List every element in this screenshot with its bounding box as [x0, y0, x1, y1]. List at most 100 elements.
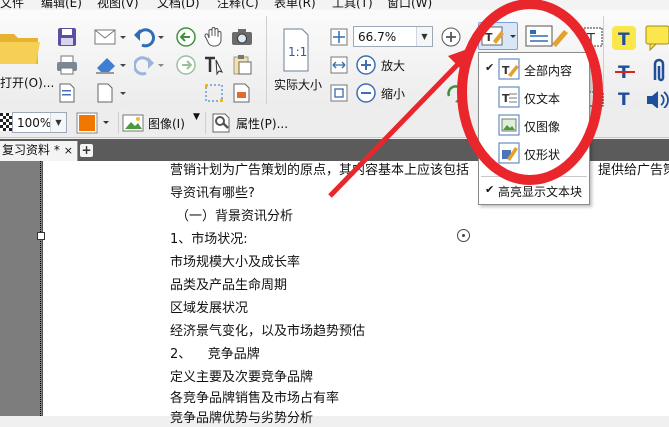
menu-item-highlight-text-blocks[interactable]: ✔ 高亮显示文本块: [479, 178, 589, 202]
image-only-icon: [498, 114, 520, 136]
strikeout-text-icon[interactable]: T: [612, 58, 638, 84]
svg-text:T: T: [485, 31, 493, 44]
fit-visible-icon[interactable]: [328, 82, 350, 104]
doc-heading: （一）背景资讯分析: [176, 209, 294, 224]
menu-view[interactable]: 视图(V): [97, 0, 139, 10]
svg-text:T: T: [618, 90, 630, 110]
attach-file-icon[interactable]: [647, 58, 669, 84]
doc-line: 营销计划为广告策划的原点，其内容基本上应该包括: [170, 163, 470, 178]
save-icon[interactable]: [56, 26, 78, 48]
check-icon: ✔: [485, 61, 495, 74]
undo-icon[interactable]: [134, 26, 164, 48]
all-content-icon: T: [498, 58, 520, 80]
svg-text:T: T: [618, 30, 630, 50]
menu-file[interactable]: 文件: [0, 0, 24, 10]
properties-icon[interactable]: [210, 112, 232, 134]
resize-handle[interactable]: [37, 232, 45, 240]
select-mode-dropdown: ✔ T 全部内容 T 仅文本 仅图像 仅形状 ✔ 高亮显示文本块: [478, 52, 590, 205]
select-content-tool-button[interactable]: T: [478, 22, 518, 50]
image-menu-label[interactable]: 图像(I): [148, 115, 185, 132]
zoom-out-label[interactable]: 缩小: [381, 85, 405, 102]
opacity-value: 100%: [17, 116, 52, 130]
toolbar-separator: [118, 112, 119, 134]
note-icon[interactable]: [644, 24, 669, 52]
menu-item-all-content[interactable]: ✔ T 全部内容: [479, 55, 589, 83]
forward-icon[interactable]: [175, 54, 197, 76]
opacity-select[interactable]: 100% ▼: [12, 112, 67, 133]
selection-border: [40, 161, 41, 416]
zoom-in-icon[interactable]: [355, 54, 377, 76]
highlight-text-icon[interactable]: T: [610, 24, 638, 52]
email-icon[interactable]: [94, 26, 126, 48]
zoom-in-label[interactable]: 放大: [381, 57, 405, 74]
typewriter-icon[interactable]: T: [582, 26, 604, 48]
menu-comment[interactable]: 注释(C): [217, 0, 259, 10]
open-folder-icon[interactable]: [0, 28, 42, 66]
select-annotation-icon[interactable]: [203, 82, 225, 104]
doc-line: 2、 竞争品牌: [170, 347, 260, 362]
redo-icon[interactable]: [134, 54, 164, 76]
image-icon[interactable]: [122, 112, 144, 134]
new-tab-button[interactable]: +: [80, 144, 93, 157]
fit-width-icon[interactable]: [328, 54, 350, 76]
camera-icon[interactable]: [231, 26, 253, 48]
menu-separator: [481, 176, 587, 177]
actual-size-label[interactable]: 实际大小: [274, 76, 322, 93]
menu-item-image-only[interactable]: 仅图像: [479, 111, 589, 139]
back-icon[interactable]: [175, 26, 197, 48]
zoom-in-circle-icon[interactable]: [440, 26, 462, 48]
document-image-icon[interactable]: [231, 82, 253, 104]
new-document-icon[interactable]: [94, 82, 126, 104]
svg-text:1:1: 1:1: [288, 45, 307, 59]
actual-size-icon[interactable]: 1:1: [282, 28, 310, 72]
print-icon[interactable]: [56, 54, 78, 76]
menu-edit[interactable]: 编辑(E): [41, 0, 82, 10]
toolbar-separator: [266, 16, 267, 104]
menu-window[interactable]: 窗口(W): [387, 0, 432, 10]
properties-label[interactable]: 属性(P)...: [236, 115, 288, 132]
doc-line: 竞争品牌优势与劣势分析: [170, 411, 314, 426]
fit-page-icon[interactable]: [328, 26, 350, 48]
close-icon[interactable]: ×: [64, 141, 73, 160]
doc-line: 定义主要及次要竞争品牌: [170, 370, 314, 385]
toolbar-separator: [205, 112, 206, 134]
rotate-icon[interactable]: [444, 82, 466, 104]
open-label[interactable]: 打开(O)...: [0, 74, 54, 91]
cursor-target-icon: [457, 229, 470, 242]
doc-line: 品类及产品生命周期: [170, 278, 288, 293]
document-tab[interactable]: 复习资料 * ×: [0, 141, 78, 161]
select-text-icon[interactable]: [203, 54, 225, 76]
doc-line: 各竞争品牌销售及市场占有率: [170, 391, 340, 406]
scan-document-icon[interactable]: [56, 82, 78, 104]
menu-item-label: 仅文本: [524, 92, 561, 106]
shape-only-icon: [498, 142, 520, 164]
hand-tool-icon[interactable]: [203, 26, 225, 48]
doc-line: 1、市场状况:: [170, 232, 248, 247]
menu-document[interactable]: 文档(D): [157, 0, 200, 10]
menu-form[interactable]: 表单(R): [274, 0, 316, 10]
check-icon: ✔: [485, 183, 495, 196]
eraser-icon[interactable]: [94, 54, 126, 76]
chevron-down-icon[interactable]: ▼: [50, 113, 66, 132]
chevron-down-icon[interactable]: ▼: [416, 27, 432, 46]
opacity-checker-icon: [0, 113, 12, 131]
text-only-icon: T: [498, 86, 520, 108]
fill-color-picker[interactable]: [75, 112, 115, 134]
clipboard-icon[interactable]: [231, 54, 253, 76]
menu-item-label: 仅形状: [524, 148, 561, 162]
menu-item-shape-only[interactable]: 仅形状: [479, 139, 589, 167]
edit-text-tool-icon[interactable]: [524, 22, 570, 52]
doc-line: 经济景气变化，以及市场趋势预估: [170, 324, 366, 339]
menu-item-label: 全部内容: [524, 64, 573, 78]
svg-text:T: T: [502, 92, 510, 105]
zoom-level-select[interactable]: 66.7% ▼: [353, 26, 433, 47]
doc-line: 区域发展状况: [170, 301, 249, 316]
menu-tools[interactable]: 工具(T): [332, 0, 373, 10]
menu-bar: 文件 编辑(E) 视图(V) 文档(D) 注释(C) 表单(R) 工具(T) 窗…: [0, 0, 669, 10]
menu-item-text-only[interactable]: T 仅文本: [479, 83, 589, 111]
document-tab-title: 复习资料 *: [2, 143, 60, 157]
zoom-out-icon[interactable]: [355, 82, 377, 104]
doc-line: 导资讯有哪些?: [170, 186, 255, 201]
chevron-down-icon[interactable]: ▼: [193, 112, 200, 122]
menu-item-label: 仅图像: [524, 120, 561, 134]
